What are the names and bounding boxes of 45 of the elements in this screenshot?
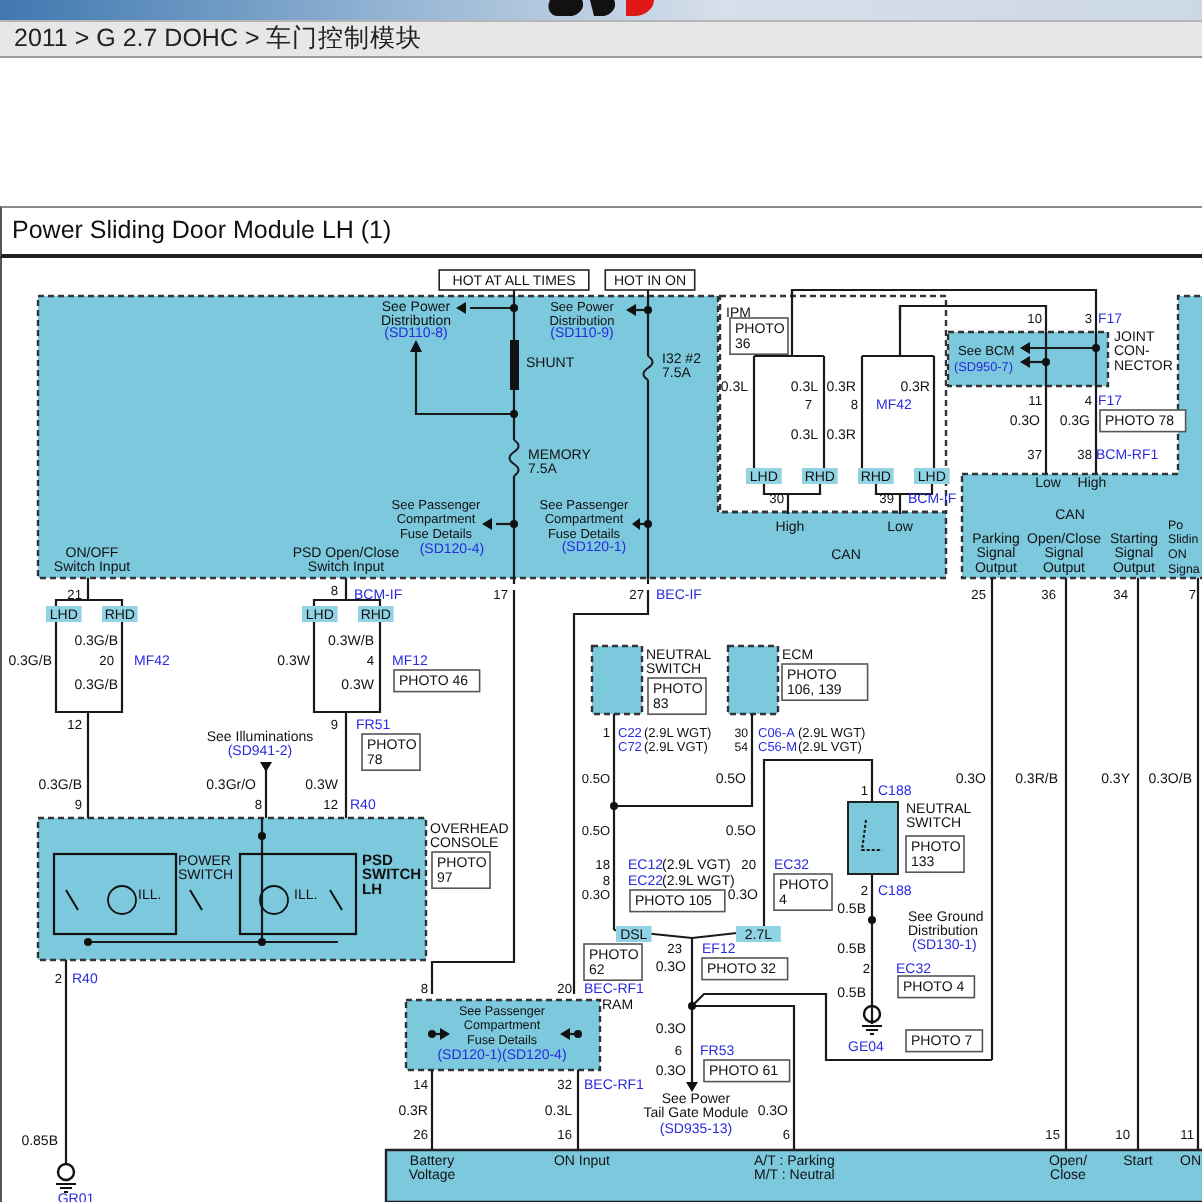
lamp-icon [259,885,289,915]
arrow-icon [440,1028,450,1040]
junction-dot [610,802,618,810]
junction-dot [510,410,518,418]
junction-dot [644,520,652,528]
ground-icon [55,1162,77,1193]
arrow-icon [632,518,640,530]
arrow-icon [456,302,466,314]
junction-dot [644,306,652,314]
arrow-icon [560,1028,570,1040]
switch-contact [65,889,79,911]
switch-outline [238,852,358,936]
fuse-icon [508,439,520,477]
junction-dot [428,1030,436,1038]
switch-contact [860,819,883,851]
ground-icon [861,1004,883,1035]
breadcrumb: 2011 > G 2.7 DOHC > 车门控制模块 [0,20,1202,58]
junction-dot [574,1030,582,1038]
diagram-title: Power Sliding Door Module LH (1) [0,206,1202,258]
junction-dot [1042,358,1050,366]
component-area [726,644,780,716]
switch-outline [52,852,178,936]
wire [430,1070,434,1150]
junction-dot [258,938,266,946]
wire [576,1070,580,1150]
shunt-bar [510,340,519,390]
lamp-icon [107,885,137,915]
component-area [590,644,644,716]
arrow-icon [260,762,272,772]
junction-dot [258,832,266,840]
arrow-icon [686,1082,698,1092]
switch-contact [329,889,343,911]
junction-dot [868,916,876,924]
junction-dot [510,520,518,528]
switch-body [847,801,899,875]
junction-dot [1092,344,1100,352]
junction-dot [688,1002,696,1010]
wire [762,482,822,516]
switch-contact [189,889,203,911]
arrow-icon [626,304,636,316]
arrow-icon [482,518,492,530]
fuse-icon [642,355,654,381]
junction-dot [510,304,518,312]
junction-dot [84,938,92,946]
arrow-icon [410,340,422,352]
